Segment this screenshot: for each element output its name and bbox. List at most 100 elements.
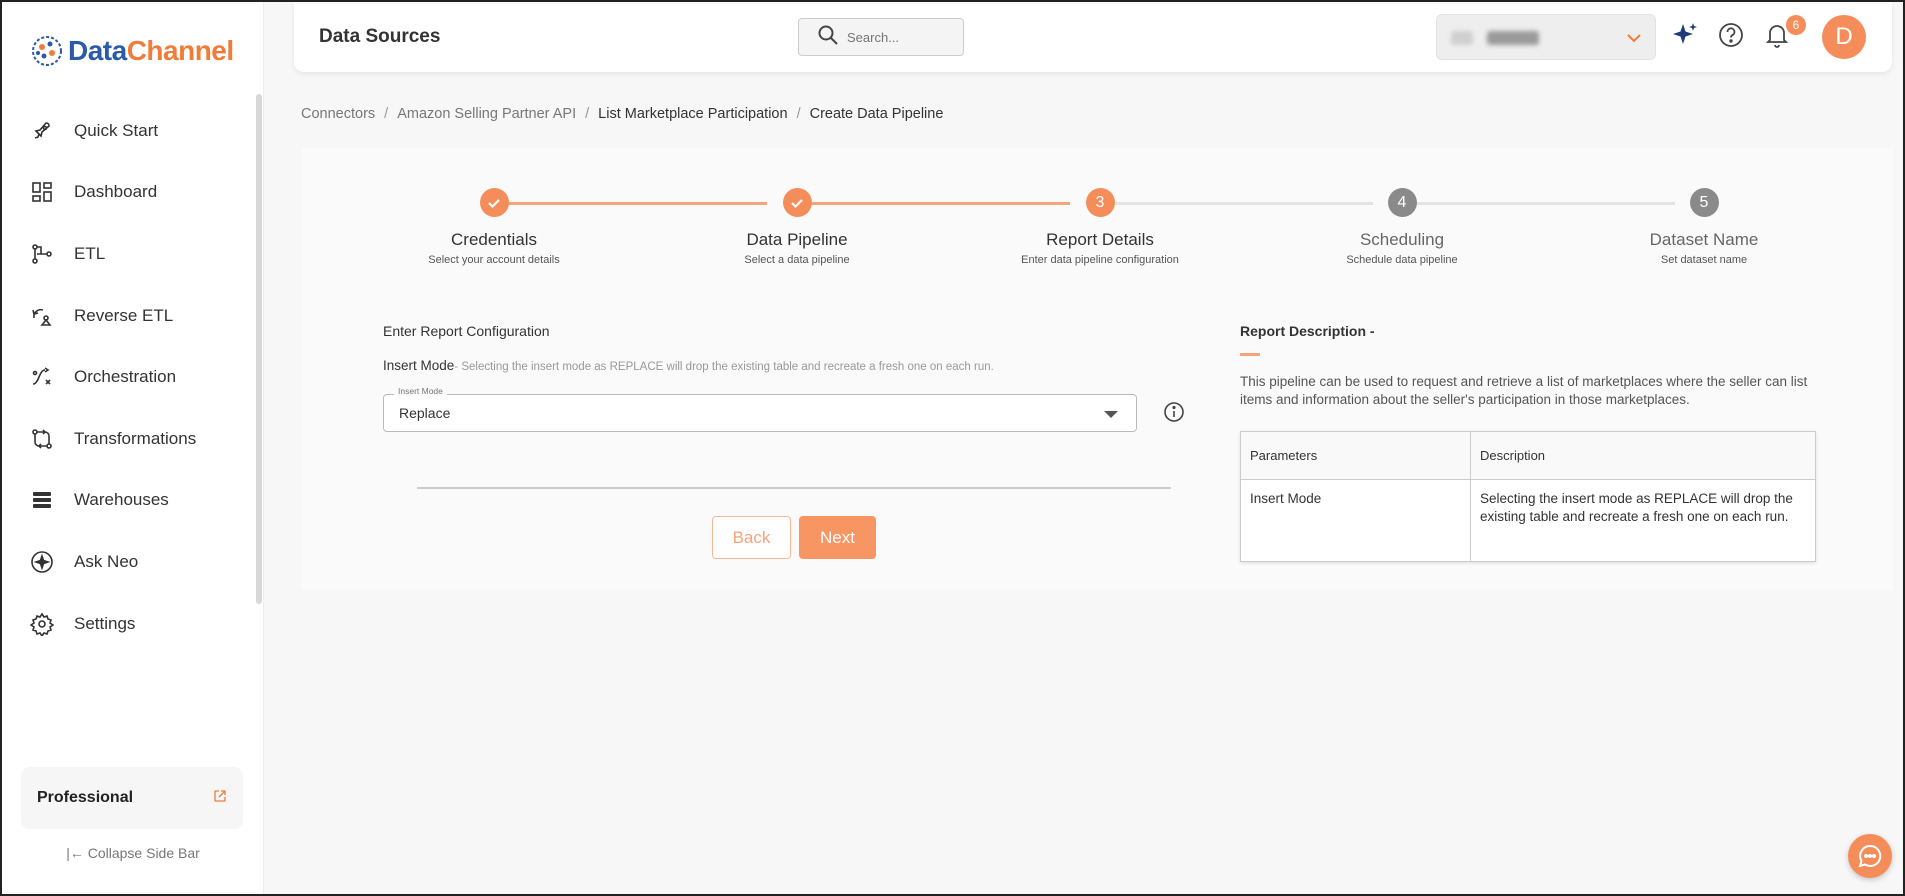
search-input[interactable]: [847, 29, 947, 45]
top-header: Data Sources 6 D: [294, 2, 1892, 72]
step-name: Credentials: [451, 230, 537, 249]
step-number: 4: [1387, 188, 1417, 217]
back-button[interactable]: Back: [712, 516, 791, 559]
step-desc: Select a data pipeline: [744, 254, 850, 266]
collapse-icon: |←: [66, 845, 84, 861]
report-description-text: This pipeline can be used to request and…: [1240, 374, 1808, 407]
table-cell: Selecting the insert mode as REPLACE wil…: [1470, 479, 1816, 562]
sidebar-item-warehouses[interactable]: Warehouses: [2, 470, 257, 532]
section-title: Enter Report Configuration: [383, 323, 550, 339]
reverse-etl-icon: [30, 304, 54, 328]
sidebar-item-reverse-etl[interactable]: Reverse ETL: [2, 285, 257, 347]
step-credentials[interactable]: Credentials Select your account details: [364, 188, 624, 266]
form-divider: [417, 487, 1171, 489]
help-button[interactable]: [1716, 20, 1746, 50]
breadcrumb-connectors[interactable]: Connectors: [301, 106, 375, 122]
insert-mode-select[interactable]: Insert Mode Replace: [383, 386, 1137, 432]
step-data-pipeline[interactable]: Data Pipeline Select a data pipeline: [667, 188, 927, 266]
step-name: Dataset Name: [1649, 230, 1759, 249]
step-scheduling[interactable]: 4 Scheduling Schedule data pipeline: [1272, 188, 1532, 266]
sidebar-item-label: Transformations: [74, 428, 197, 448]
sparkle-icon: [30, 550, 54, 574]
insert-mode-note: - Selecting the insert mode as REPLACE w…: [454, 361, 994, 373]
sidebar-item-label: Orchestration: [74, 367, 177, 387]
step-number: 5: [1689, 188, 1719, 217]
sidebar-item-transformations[interactable]: Transformations: [2, 408, 257, 470]
collapse-sidebar-button[interactable]: |← Collapse Side Bar: [2, 845, 264, 861]
info-icon[interactable]: [1163, 401, 1185, 428]
collapse-label: Collapse Side Bar: [87, 845, 200, 861]
external-link-icon[interactable]: [213, 789, 227, 808]
user-avatar[interactable]: D: [1822, 15, 1866, 59]
sidebar-item-orchestration[interactable]: Orchestration: [2, 346, 257, 408]
rocket-icon: [30, 119, 54, 143]
report-description-title: Report Description -: [1240, 323, 1375, 339]
breadcrumb-separator: /: [585, 106, 590, 122]
sidebar-item-label: Warehouses: [74, 490, 169, 510]
help-icon: [1719, 23, 1743, 47]
step-dataset-name[interactable]: 5 Dataset Name Set dataset name: [1574, 188, 1834, 266]
sidebar-item-label: Reverse ETL: [74, 305, 174, 325]
sidebar-item-label: ETL: [74, 243, 106, 263]
transformations-icon: [30, 427, 54, 451]
sidebar-scrollbar[interactable]: [256, 94, 262, 604]
warehouses-icon: [30, 488, 54, 512]
chat-icon: [1858, 844, 1882, 868]
table-row: Insert Mode Selecting the insert mode as…: [1240, 479, 1816, 562]
dashboard-icon: [30, 180, 54, 204]
breadcrumb-report[interactable]: List Marketplace Participation: [598, 106, 787, 122]
notification-badge: 6: [1786, 15, 1806, 35]
logo-icon: [32, 36, 62, 66]
orchestration-icon: [30, 365, 54, 389]
insert-mode-description: Insert Mode- Selecting the insert mode a…: [383, 358, 994, 373]
account-name-blurred: [1487, 31, 1539, 45]
sidebar-nav: Quick Start Dashboard ETL Reverse ETL Or…: [2, 100, 257, 654]
next-button[interactable]: Next: [799, 516, 876, 559]
plan-card[interactable]: Professional: [21, 767, 243, 829]
brand-logo[interactable]: DataChannel: [30, 34, 234, 68]
sidebar-item-label: Dashboard: [74, 182, 158, 202]
step-desc: Set dataset name: [1660, 254, 1748, 266]
gear-icon: [30, 612, 54, 636]
dropdown-caret-icon: [1104, 411, 1118, 418]
table-cell: Insert Mode: [1240, 479, 1471, 562]
sparkles-icon: [1673, 23, 1697, 44]
search-box[interactable]: [798, 18, 964, 56]
brand-name: DataChannel: [68, 35, 234, 66]
step-desc: Enter data pipeline configuration: [1021, 254, 1179, 266]
account-logo-blurred: [1451, 31, 1473, 45]
etl-icon: [30, 242, 54, 266]
chevron-down-icon: [1625, 29, 1643, 52]
step-report-details[interactable]: 3 Report Details Enter data pipeline con…: [970, 188, 1230, 266]
search-icon: [817, 24, 839, 51]
column-header: Parameters: [1240, 431, 1471, 480]
sidebar-item-label: Settings: [74, 613, 136, 633]
check-icon: [782, 188, 812, 217]
chat-button[interactable]: [1848, 834, 1892, 878]
parameters-table: Parameters Description Insert Mode Selec…: [1240, 431, 1816, 562]
stepper: Credentials Select your account details …: [301, 188, 1893, 288]
sidebar-item-quick-start[interactable]: Quick Start: [2, 100, 257, 162]
field-value: Replace: [399, 405, 451, 421]
check-icon: [479, 188, 509, 217]
plan-name: Professional: [37, 789, 134, 806]
sidebar-item-dashboard[interactable]: Dashboard: [2, 162, 257, 224]
sidebar: DataChannel Quick Start Dashboard ETL Re…: [2, 2, 264, 894]
account-selector[interactable]: [1436, 14, 1656, 60]
breadcrumb: Connectors / Amazon Selling Partner API …: [301, 106, 943, 122]
title-accent: [1240, 353, 1260, 356]
ai-sparkle-button[interactable]: [1670, 20, 1700, 50]
page-title: Data Sources: [319, 26, 441, 47]
sidebar-item-label: Ask Neo: [74, 551, 139, 571]
sidebar-item-settings[interactable]: Settings: [2, 593, 257, 655]
pipeline-card: Credentials Select your account details …: [301, 148, 1893, 590]
sidebar-item-ask-neo[interactable]: Ask Neo: [2, 531, 257, 593]
sidebar-item-label: Quick Start: [74, 120, 159, 140]
step-name: Scheduling: [1359, 230, 1445, 249]
insert-mode-label: Insert Mode: [383, 358, 455, 373]
sidebar-item-etl[interactable]: ETL: [2, 223, 257, 285]
step-number: 3: [1085, 188, 1115, 217]
breadcrumb-current: Create Data Pipeline: [809, 106, 944, 122]
breadcrumb-connector[interactable]: Amazon Selling Partner API: [397, 106, 576, 122]
step-desc: Schedule data pipeline: [1346, 254, 1458, 266]
